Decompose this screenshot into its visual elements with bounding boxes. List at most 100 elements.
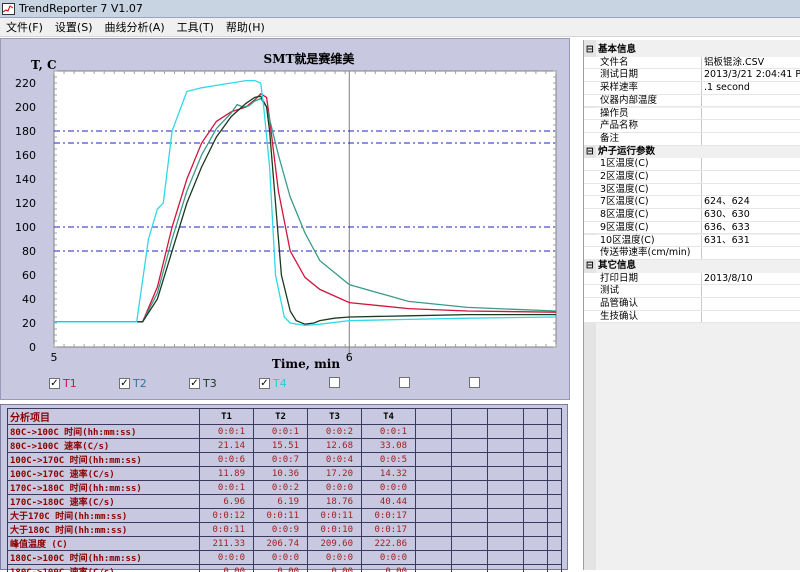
table-empty-cell: [523, 438, 548, 453]
table-empty-cell: [487, 494, 524, 509]
series-checkbox-T2[interactable]: ✓ T2: [119, 377, 147, 390]
table-cell: 222.86: [361, 536, 416, 551]
table-empty-cell: [415, 522, 452, 537]
table-cell: 0:0:1: [199, 424, 254, 439]
collapse-icon[interactable]: ⊟: [586, 260, 594, 273]
table-empty-cell: [523, 564, 548, 572]
property-row[interactable]: 备注: [584, 132, 800, 146]
property-key: 备注: [600, 132, 620, 144]
table-empty-cell: [451, 522, 488, 537]
property-key: 8区温度(C): [600, 209, 649, 221]
table-empty-cell: [523, 508, 548, 523]
table-empty-cell: [451, 550, 488, 565]
property-separator: [701, 82, 702, 94]
table-cell: 0.00: [199, 564, 254, 572]
property-row[interactable]: 2区温度(C): [584, 171, 800, 184]
checkbox-box[interactable]: ✓: [259, 378, 270, 389]
table-cell: 0:0:7: [253, 452, 308, 467]
property-row[interactable]: 文件名 铝板锟涂.CSV: [584, 56, 800, 70]
property-separator: [701, 158, 702, 170]
series-checkbox-T3[interactable]: ✓ T3: [189, 377, 217, 390]
property-category[interactable]: ⊟ 基本信息: [584, 44, 800, 57]
table-row-label: 170C->180C 速率(C/s): [7, 494, 200, 509]
property-key: 1区温度(C): [600, 158, 649, 170]
property-row[interactable]: 3区温度(C): [584, 183, 800, 197]
table-empty-cell: [547, 452, 562, 467]
menu-item-1[interactable]: 设置(S): [49, 19, 99, 35]
table-cell: 0:0:0: [307, 480, 362, 495]
property-row[interactable]: 采样速率 .1 second: [584, 82, 800, 95]
table-row-label: 100C->170C 时间(hh:mm:ss): [7, 452, 200, 467]
property-row[interactable]: 生技确认: [584, 310, 800, 324]
checkbox-box[interactable]: [329, 377, 340, 388]
property-row[interactable]: 打印日期 2013/8/10: [584, 272, 800, 286]
table-empty-cell: [451, 438, 488, 453]
table-cell: 15.51: [253, 438, 308, 453]
series-checkbox-T4[interactable]: ✓ T4: [259, 377, 287, 390]
menu-item-3[interactable]: 工具(T): [171, 19, 220, 35]
y-axis-label: T, C: [31, 58, 57, 72]
property-row[interactable]: 8区温度(C) 630、630: [584, 209, 800, 222]
menu-item-4[interactable]: 帮助(H): [220, 19, 271, 35]
table-empty-cell: [523, 452, 548, 467]
table-cell: 0:0:0: [253, 550, 308, 565]
property-row[interactable]: 操作员: [584, 107, 800, 121]
property-row[interactable]: 7区温度(C) 624、624: [584, 196, 800, 210]
property-row[interactable]: 测试日期 2013/3/21 2:04:41 P: [584, 69, 800, 83]
table-cell: 0:0:0: [199, 550, 254, 565]
series-checkbox-empty-5[interactable]: [399, 377, 410, 388]
checkbox-box[interactable]: ✓: [189, 378, 200, 389]
table-cell: 0:0:6: [199, 452, 254, 467]
checkbox-box[interactable]: ✓: [49, 378, 60, 389]
checkbox-box[interactable]: [469, 377, 480, 388]
table-empty-cell: [487, 564, 524, 572]
property-row[interactable]: 产品名称: [584, 120, 800, 133]
table-row-label: 100C->170C 速率(C/s): [7, 466, 200, 481]
table-cell: 0:0:11: [199, 522, 254, 537]
property-separator: [701, 209, 702, 221]
property-row[interactable]: 传送带速率(cm/min): [584, 247, 800, 260]
property-row[interactable]: 仪器内部温度: [584, 94, 800, 108]
menu-item-2[interactable]: 曲线分析(A): [99, 19, 171, 35]
table-empty-cell: [523, 494, 548, 509]
checkbox-box[interactable]: ✓: [119, 378, 130, 389]
table-empty-cell: [415, 480, 452, 495]
app-icon: [2, 2, 15, 15]
series-checkbox-empty-4[interactable]: [329, 377, 340, 388]
property-row[interactable]: 品管确认: [584, 298, 800, 311]
table-empty-cell: [415, 508, 452, 523]
y-tick-label: 40: [22, 293, 36, 306]
table-row-label: 80C->100C 速率(C/s): [7, 438, 200, 453]
menu-item-0[interactable]: 文件(F): [0, 19, 49, 35]
table-cell: 21.14: [199, 438, 254, 453]
property-category[interactable]: ⊟ 炉子运行参数: [584, 146, 800, 159]
properties-panel: ⊟ 基本信息 文件名 铝板锟涂.CSV 测试日期 2013/3/21 2:04:41 P采…: [583, 40, 800, 570]
checkbox-box[interactable]: [399, 377, 410, 388]
collapse-icon[interactable]: ⊟: [586, 44, 594, 57]
table-cell: 0:0:0: [361, 550, 416, 565]
table-cell: 0.00: [307, 564, 362, 572]
property-row[interactable]: 10区温度(C) 631、631: [584, 234, 800, 248]
table-header-cell: [547, 408, 562, 425]
table-cell: 12.68: [307, 438, 362, 453]
y-tick-label: 20: [22, 317, 36, 330]
table-row: 80C->100C 速率(C/s) 21.14 15.51 12.68 33.08: [7, 438, 562, 453]
property-key: 文件名: [600, 56, 629, 68]
temperature-chart: 5 6020406080100120140160180200220SMT就是赛维美…: [15, 51, 557, 371]
table-cell: 0:0:12: [199, 508, 254, 523]
table-cell: 0:0:10: [307, 522, 362, 537]
property-row[interactable]: 9区温度(C) 636、633: [584, 221, 800, 235]
property-row[interactable]: 1区温度(C): [584, 158, 800, 171]
table-empty-cell: [523, 522, 548, 537]
collapse-icon[interactable]: ⊟: [586, 146, 594, 159]
table-empty-cell: [415, 466, 452, 481]
table-header-cell: T4: [361, 408, 416, 425]
series-checkbox-empty-6[interactable]: [469, 377, 480, 388]
property-separator: [701, 234, 702, 247]
property-key: 9区温度(C): [600, 221, 649, 233]
series-checkbox-T1[interactable]: ✓ T1: [49, 377, 77, 390]
checkbox-label: T3: [203, 377, 217, 390]
property-row[interactable]: 测试: [584, 285, 800, 298]
property-key: 品管确认: [600, 298, 639, 309]
property-category[interactable]: ⊟ 其它信息: [584, 260, 800, 273]
